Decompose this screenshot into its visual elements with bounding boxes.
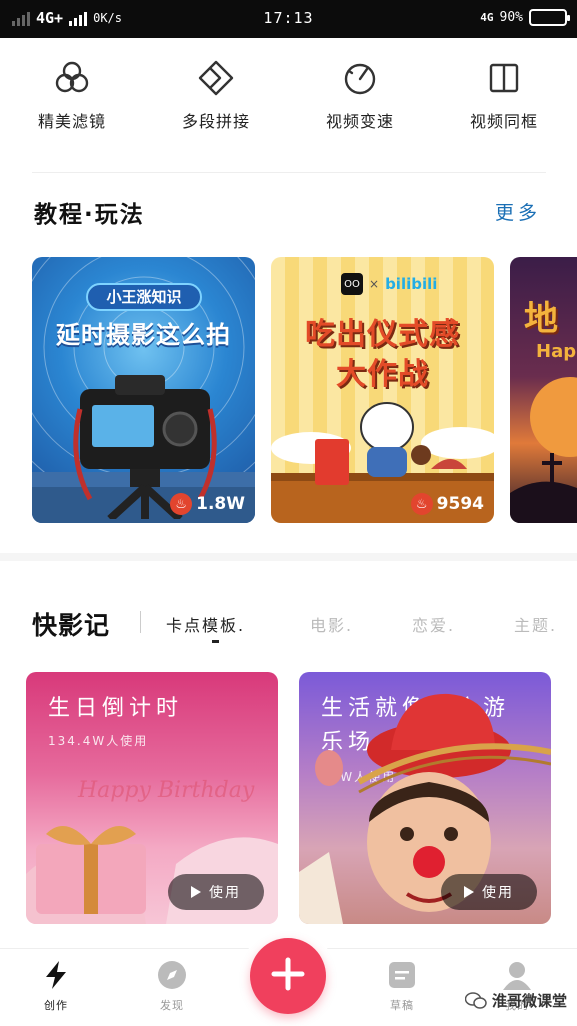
tool-filter[interactable]: 精美滤镜 <box>12 52 132 132</box>
profile-icon <box>501 959 533 991</box>
tool-label: 多段拼接 <box>181 112 250 131</box>
graveyard-silhouette <box>510 453 577 523</box>
lightning-icon <box>40 959 72 991</box>
filter-icon <box>50 56 94 100</box>
view-count: ♨ 1.8W <box>170 493 245 515</box>
tab-beat-template[interactable]: 卡点模板. <box>166 612 245 636</box>
tool-splice[interactable]: 多段拼接 <box>156 52 276 132</box>
compass-icon <box>156 959 188 991</box>
card-subtitle: Hap <box>536 341 577 362</box>
card-title-line2: 大作战 <box>336 357 429 392</box>
tutorial-card-timelapse[interactable]: 小王涨知识 延时摄影这么拍 ♨ 1.8W <box>32 257 255 523</box>
flame-icon: ♨ <box>410 493 433 515</box>
speed-icon <box>338 56 382 100</box>
template-usage: 134.4W人使用 <box>48 734 149 748</box>
more-link[interactable]: 更多 <box>495 198 541 225</box>
plus-icon <box>271 957 305 995</box>
split-frame-icon <box>482 56 526 100</box>
tool-label: 视频变速 <box>325 112 394 131</box>
card-badge: 小王涨知识 <box>86 283 202 311</box>
divider <box>32 172 546 173</box>
play-icon <box>191 886 201 898</box>
view-count-value: 1.8W <box>196 494 245 514</box>
tools-row: 精美滤镜 多段拼接 视频变速 视频同框 <box>0 52 577 152</box>
view-count: ♨ 9594 <box>410 493 484 515</box>
status-bar: 4G+ 0K/s 17:13 4G 90% <box>0 0 577 38</box>
template-title: 生日倒计时 <box>48 696 184 721</box>
tab-love[interactable]: 恋爱. <box>412 612 455 636</box>
tool-label: 视频同框 <box>469 112 538 131</box>
flame-icon: ♨ <box>170 493 193 515</box>
section-separator <box>0 553 577 561</box>
watermark-text: 淮哥微课堂 <box>491 992 567 1010</box>
use-template-button[interactable]: 使用 <box>441 874 537 910</box>
battery-icon <box>529 9 570 26</box>
nav-item-create[interactable]: 创作 <box>26 959 86 1013</box>
tool-split-frame[interactable]: 视频同框 <box>444 52 564 132</box>
use-button-label: 使用 <box>209 885 241 901</box>
use-template-button[interactable]: 使用 <box>168 874 264 910</box>
nav-item-discover[interactable]: 发现 <box>142 959 202 1013</box>
use-button-label: 使用 <box>482 885 514 901</box>
card-title: 地 <box>524 299 558 339</box>
birthday-text: Happy Birthday <box>78 778 255 803</box>
network-type-right: 4G <box>480 11 494 24</box>
view-count-value: 9594 <box>436 494 484 514</box>
nav-item-drafts[interactable]: 草稿 <box>372 959 432 1013</box>
active-tab-indicator <box>212 640 219 643</box>
tab-theme[interactable]: 主题. <box>514 612 557 636</box>
section-title-tutorials: 教程·玩法 <box>34 202 145 228</box>
tutorial-card-halloween[interactable]: 地 Hap <box>510 257 577 523</box>
splice-icon <box>194 56 238 100</box>
nav-label: 草稿 <box>390 999 414 1012</box>
drafts-icon <box>386 959 418 991</box>
tool-label: 精美滤镜 <box>37 112 106 131</box>
card-title: 延时摄影这么拍 <box>56 321 231 349</box>
template-tabs: 卡点模板. 电影. 恋爱. 主题. <box>0 608 577 648</box>
tutorial-card-bilibili[interactable]: OO × bilibili 吃出仪式感 大作战 ♨ 9594 <box>271 257 494 523</box>
brand-logo: OO × bilibili <box>341 273 437 295</box>
nav-label: 创作 <box>44 999 68 1012</box>
brand-name: bilibili <box>385 275 438 293</box>
create-fab-button[interactable] <box>250 938 326 1014</box>
wechat-icon <box>464 991 487 1010</box>
battery-percent: 90% <box>499 10 523 25</box>
template-card-birthday[interactable]: 生日倒计时 134.4W人使用 Happy Birthday 使用 <box>26 672 278 924</box>
tab-movie[interactable]: 电影. <box>310 612 353 636</box>
watermark: 淮哥微课堂 <box>464 990 567 1011</box>
card-title-line1: 吃出仪式感 <box>305 317 460 352</box>
nav-label: 发现 <box>160 999 184 1012</box>
play-icon <box>464 886 474 898</box>
tool-speed[interactable]: 视频变速 <box>300 52 420 132</box>
template-card-amusement-park[interactable]: 生活就像一个游 乐场 12W人使用 使用 <box>299 672 551 924</box>
